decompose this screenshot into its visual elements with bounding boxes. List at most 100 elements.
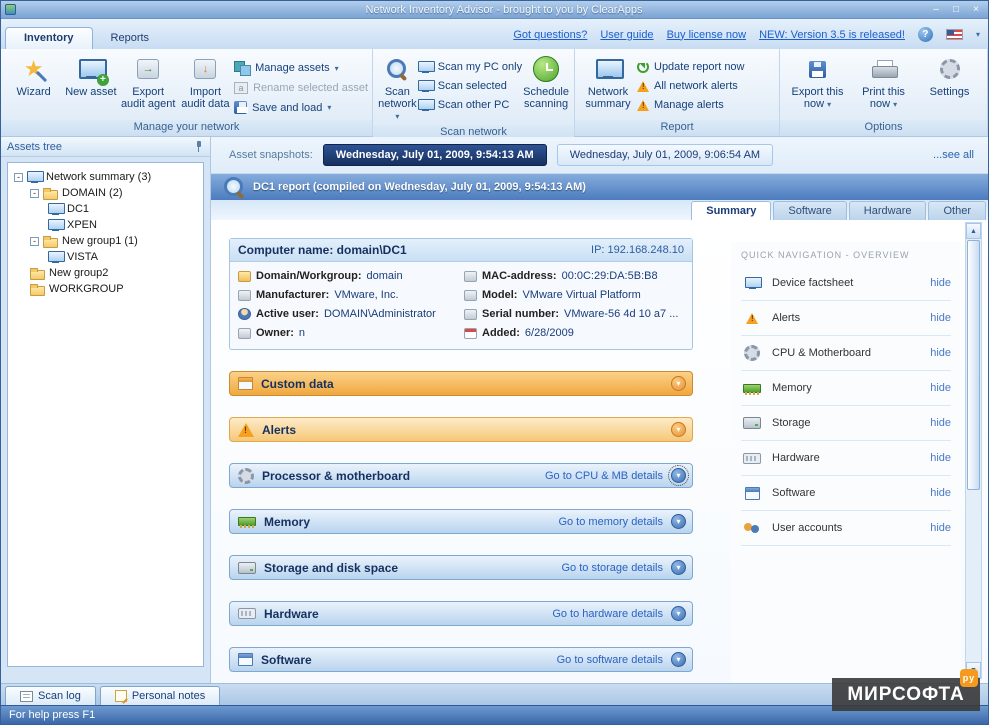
tree-expander[interactable]: - [30,189,39,198]
scrollbar-track[interactable] [966,491,981,662]
hide-link[interactable]: hide [930,347,951,359]
rename-selected-asset-button[interactable]: a Rename selected asset [234,82,368,94]
scroll-up-button[interactable]: ▲ [966,223,981,239]
tab-other[interactable]: Other [928,201,986,220]
tree-item-xpen[interactable]: XPEN [12,217,199,233]
app-window: Network Inventory Advisor - brought to y… [0,0,989,725]
card-row: Serial number:VMware-56 4d 10 a7 ... [464,308,684,320]
new-version-link[interactable]: NEW: Version 3.5 is released! [759,29,905,41]
update-report-button[interactable]: Update report now [637,61,745,73]
all-network-alerts-button[interactable]: ! All network alerts [637,80,745,92]
scrollbar-thumb[interactable] [967,240,980,490]
hardware-details-link[interactable]: Go to hardware details [552,608,663,620]
close-button[interactable]: × [969,3,983,16]
tree-item-domain[interactable]: - DOMAIN (2) [12,185,199,201]
storage-icon [743,417,761,429]
print-this-now-button[interactable]: Print this now ▾ [855,53,913,113]
quick-nav-item-alerts[interactable]: ! Alerts hide [741,301,951,336]
hide-link[interactable]: hide [930,382,951,394]
buy-license-link[interactable]: Buy license now [667,29,747,41]
snapshot-button-previous[interactable]: Wednesday, July 01, 2009, 9:06:54 AM [557,144,773,166]
hide-link[interactable]: hide [930,417,951,429]
section-storage[interactable]: Storage and disk space Go to storage det… [229,555,693,580]
manage-assets-button[interactable]: Manage assets ▾ [234,61,368,75]
maximize-button[interactable]: □ [949,3,963,16]
hide-link[interactable]: hide [930,487,951,499]
save-and-load-button[interactable]: Save and load ▾ [234,101,368,114]
hide-link[interactable]: hide [930,277,951,289]
quick-nav-item-software[interactable]: Software hide [741,476,951,511]
chevron-down-icon[interactable]: ▾ [976,30,980,39]
tab-inventory[interactable]: Inventory [5,27,93,49]
tree-item-new-group2[interactable]: New group2 [12,265,199,281]
chevron-down-icon: ▾ [327,103,331,112]
quick-nav-item-hardware[interactable]: Hardware hide [741,441,951,476]
alerts-warning-icon: ! [637,81,649,92]
cpu-details-link[interactable]: Go to CPU & MB details [545,470,663,482]
tree-item-vista[interactable]: VISTA [12,249,199,265]
wizard-button[interactable]: ★ Wizard [5,53,62,100]
tree-expander[interactable]: - [30,237,39,246]
section-chevron-button[interactable]: ▾ [671,468,686,483]
manage-alerts-warning-icon: ! [637,100,649,111]
tree-item-workgroup[interactable]: WORKGROUP [12,281,199,297]
hide-link[interactable]: hide [930,522,951,534]
tab-reports[interactable]: Reports [93,28,168,49]
section-software[interactable]: Software Go to software details ▾ [229,647,693,672]
section-alerts[interactable]: ! Alerts ▾ [229,417,693,442]
section-hardware[interactable]: Hardware Go to hardware details ▾ [229,601,693,626]
storage-details-link[interactable]: Go to storage details [561,562,663,574]
user-guide-link[interactable]: User guide [600,29,653,41]
tree-item-new-group1[interactable]: - New group1 (1) [12,233,199,249]
section-processor[interactable]: Processor & motherboard Go to CPU & MB d… [229,463,693,488]
personal-notes-tab[interactable]: Personal notes [100,686,220,705]
hide-link[interactable]: hide [930,452,951,464]
scan-network-button[interactable]: Scan network ▾ [377,53,418,125]
export-this-now-button[interactable]: Export this now ▾ [789,53,847,113]
help-icon[interactable]: ? [918,27,933,42]
minimize-button[interactable]: – [929,3,943,16]
quick-nav-item-storage[interactable]: Storage hide [741,406,951,441]
report-magnifier-icon [223,176,245,198]
export-audit-agent-button[interactable]: → Export audit agent [120,53,177,112]
import-audit-data-button[interactable]: ↓ Import audit data [177,53,234,112]
section-memory[interactable]: Memory Go to memory details ▾ [229,509,693,534]
quick-nav-item-device-factsheet[interactable]: Device factsheet hide [741,266,951,301]
tree-expander[interactable]: - [14,173,23,182]
manage-alerts-button[interactable]: ! Manage alerts [637,99,745,111]
tree-item-network-summary[interactable]: - Network summary (3) [12,169,199,185]
pin-icon[interactable] [194,141,204,152]
got-questions-link[interactable]: Got questions? [513,29,587,41]
quick-nav-item-user-accounts[interactable]: User accounts hide [741,511,951,546]
tab-software[interactable]: Software [773,201,846,220]
hide-link[interactable]: hide [930,312,951,324]
tab-summary[interactable]: Summary [691,201,771,220]
quick-nav-item-cpu[interactable]: CPU & Motherboard hide [741,336,951,371]
section-chevron-button[interactable]: ▾ [671,422,686,437]
section-chevron-button[interactable]: ▾ [671,376,686,391]
section-chevron-button[interactable]: ▾ [671,560,686,575]
settings-button[interactable]: Settings [921,53,979,100]
tree-item-dc1[interactable]: DC1 [12,201,199,217]
computer-name: Computer name: domain\DC1 [238,243,407,257]
tab-hardware[interactable]: Hardware [849,201,927,220]
language-flag-icon[interactable] [946,29,963,40]
section-chevron-button[interactable]: ▾ [671,606,686,621]
card-row: Manufacturer:VMware, Inc. [238,289,458,301]
section-chevron-button[interactable]: ▾ [671,514,686,529]
vertical-scrollbar[interactable]: ▲ ▼ [965,222,982,679]
scan-my-pc-button[interactable]: Scan my PC only [418,61,522,73]
schedule-scanning-button[interactable]: Schedule scanning [522,53,570,112]
see-all-link[interactable]: ...see all [933,149,974,161]
section-chevron-button[interactable]: ▾ [671,652,686,667]
scan-selected-button[interactable]: Scan selected [418,80,522,92]
quick-nav-item-memory[interactable]: Memory hide [741,371,951,406]
section-custom-data[interactable]: Custom data ▾ [229,371,693,396]
scan-other-pc-button[interactable]: Scan other PC [418,99,522,111]
memory-details-link[interactable]: Go to memory details [558,516,663,528]
new-asset-button[interactable]: + New asset [62,53,119,100]
scan-log-tab[interactable]: Scan log [5,686,96,705]
snapshot-button-current[interactable]: Wednesday, July 01, 2009, 9:54:13 AM [323,144,547,166]
software-details-link[interactable]: Go to software details [557,654,663,666]
network-summary-button[interactable]: Network summary [579,53,637,112]
